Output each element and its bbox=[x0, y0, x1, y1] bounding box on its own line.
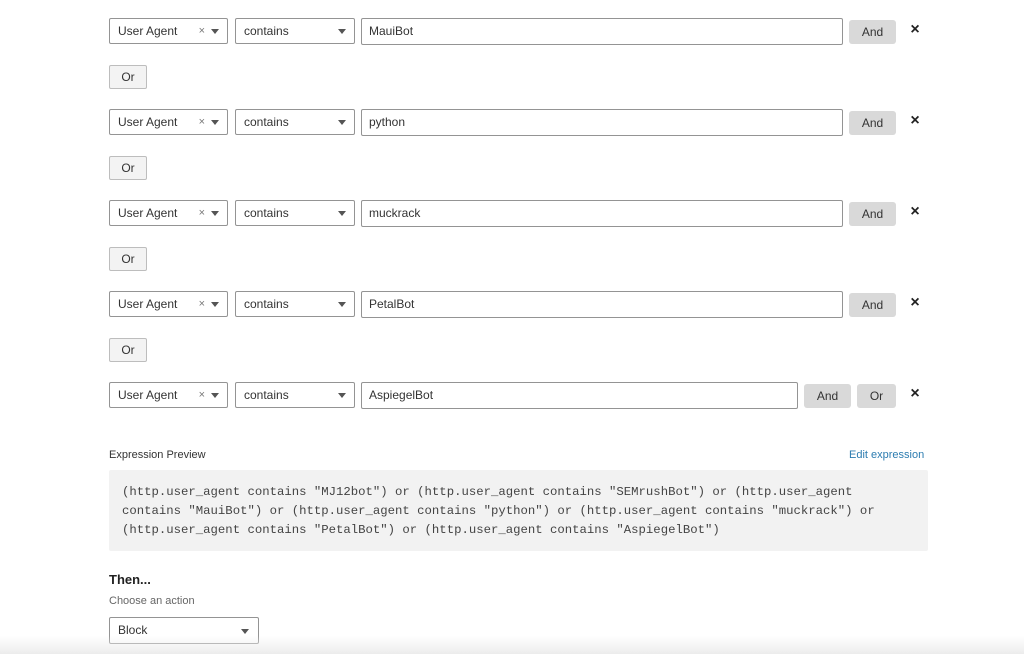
or-separator-button[interactable]: Or bbox=[109, 65, 147, 89]
chevron-down-icon bbox=[211, 393, 219, 398]
chevron-down-icon bbox=[211, 302, 219, 307]
chevron-down-icon bbox=[338, 302, 346, 307]
remove-icon[interactable]: × bbox=[908, 204, 922, 220]
chevron-down-icon bbox=[241, 629, 249, 634]
chevron-down-icon bbox=[211, 120, 219, 125]
or-separator-button[interactable]: Or bbox=[109, 156, 147, 180]
value-input[interactable]: AspiegelBot bbox=[361, 382, 798, 409]
chevron-down-icon bbox=[338, 211, 346, 216]
field-select[interactable]: User Agent × bbox=[109, 382, 228, 408]
rule-row: User Agent × contains muckrack And × bbox=[0, 200, 1024, 228]
rule-row: User Agent × contains MauiBot And × bbox=[0, 18, 1024, 46]
or-separator-button[interactable]: Or bbox=[109, 338, 147, 362]
remove-icon[interactable]: × bbox=[908, 22, 922, 38]
operator-select-value: contains bbox=[244, 388, 289, 402]
operator-select-value: contains bbox=[244, 24, 289, 38]
field-select[interactable]: User Agent × bbox=[109, 18, 228, 44]
rule-row: User Agent × contains PetalBot And × bbox=[0, 291, 1024, 319]
value-input[interactable]: MauiBot bbox=[361, 18, 843, 45]
operator-select[interactable]: contains bbox=[235, 382, 355, 408]
clear-icon[interactable]: × bbox=[199, 110, 205, 134]
operator-select[interactable]: contains bbox=[235, 291, 355, 317]
or-separator-button[interactable]: Or bbox=[109, 247, 147, 271]
field-select[interactable]: User Agent × bbox=[109, 109, 228, 135]
footer-shadow bbox=[0, 636, 1024, 654]
operator-select[interactable]: contains bbox=[235, 18, 355, 44]
operator-select-value: contains bbox=[244, 297, 289, 311]
remove-icon[interactable]: × bbox=[908, 386, 922, 402]
chevron-down-icon bbox=[338, 29, 346, 34]
field-select-value: User Agent bbox=[118, 115, 178, 129]
chevron-down-icon bbox=[211, 29, 219, 34]
clear-icon[interactable]: × bbox=[199, 383, 205, 407]
remove-icon[interactable]: × bbox=[908, 295, 922, 311]
field-select-value: User Agent bbox=[118, 206, 178, 220]
and-button[interactable]: And bbox=[849, 20, 896, 44]
rule-row: User Agent × contains python And × bbox=[0, 109, 1024, 137]
expression-line: (http.user_agent contains "PetalBot") or… bbox=[122, 523, 720, 538]
rule-row: User Agent × contains AspiegelBot And Or… bbox=[0, 382, 1024, 410]
or-button[interactable]: Or bbox=[857, 384, 896, 408]
expression-preview: (http.user_agent contains "MJ12bot") or … bbox=[109, 470, 928, 551]
field-select-value: User Agent bbox=[118, 388, 178, 402]
and-button[interactable]: And bbox=[804, 384, 851, 408]
clear-icon[interactable]: × bbox=[199, 201, 205, 225]
edit-expression-link[interactable]: Edit expression bbox=[849, 449, 924, 461]
field-select-value: User Agent bbox=[118, 24, 178, 38]
value-input[interactable]: python bbox=[361, 109, 843, 136]
chevron-down-icon bbox=[338, 120, 346, 125]
field-select-value: User Agent bbox=[118, 297, 178, 311]
value-input[interactable]: PetalBot bbox=[361, 291, 843, 318]
field-select[interactable]: User Agent × bbox=[109, 200, 228, 226]
expression-line: (http.user_agent contains "MJ12bot") or … bbox=[122, 485, 853, 499]
choose-action-label: Choose an action bbox=[109, 595, 195, 607]
operator-select-value: contains bbox=[244, 115, 289, 129]
and-button[interactable]: And bbox=[849, 202, 896, 226]
chevron-down-icon bbox=[338, 393, 346, 398]
operator-select[interactable]: contains bbox=[235, 109, 355, 135]
value-input[interactable]: muckrack bbox=[361, 200, 843, 227]
operator-select[interactable]: contains bbox=[235, 200, 355, 226]
operator-select-value: contains bbox=[244, 206, 289, 220]
and-button[interactable]: And bbox=[849, 111, 896, 135]
then-heading: Then... bbox=[109, 572, 151, 587]
remove-icon[interactable]: × bbox=[908, 113, 922, 129]
action-select-value: Block bbox=[118, 623, 148, 637]
and-button[interactable]: And bbox=[849, 293, 896, 317]
clear-icon[interactable]: × bbox=[199, 292, 205, 316]
expression-preview-label: Expression Preview bbox=[109, 449, 206, 461]
clear-icon[interactable]: × bbox=[199, 19, 205, 43]
expression-line: contains "MauiBot") or (http.user_agent … bbox=[122, 504, 875, 519]
chevron-down-icon bbox=[211, 211, 219, 216]
field-select[interactable]: User Agent × bbox=[109, 291, 228, 317]
